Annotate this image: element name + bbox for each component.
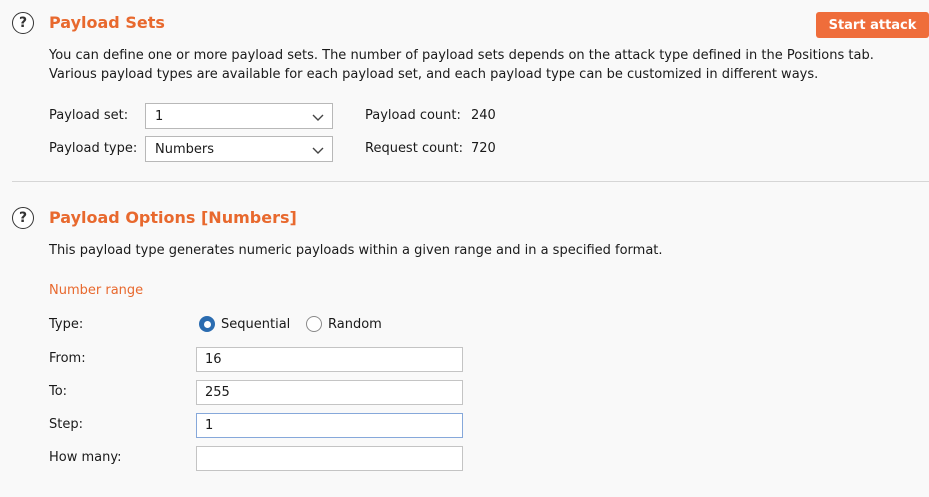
how-many-label: How many: [49, 450, 122, 465]
step-field-value: 1 [205, 418, 214, 433]
payload-count-value: 240 [471, 108, 496, 123]
from-label: From: [49, 351, 86, 366]
radio-button[interactable] [306, 316, 322, 332]
help-icon[interactable]: ? [12, 207, 34, 229]
payload-type-value: Numbers [155, 141, 214, 157]
type-label: Type: [49, 317, 84, 332]
payload-count-label: Payload count: [365, 108, 461, 123]
help-icon[interactable]: ? [12, 12, 34, 34]
section-divider [12, 181, 929, 182]
from-field[interactable]: 16 [196, 347, 463, 372]
chevron-down-icon [312, 147, 324, 154]
step-label: Step: [49, 417, 83, 432]
how-many-field[interactable] [196, 446, 463, 471]
payload-sets-title: Payload Sets [49, 13, 165, 32]
number-range-heading: Number range [49, 283, 144, 298]
radio-sequential-label: Sequential [221, 316, 291, 332]
from-field-value: 16 [205, 352, 222, 367]
payload-sets-description-line2: Various payload types are available for … [49, 67, 819, 82]
payload-options-title: Payload Options [Numbers] [49, 208, 297, 227]
start-attack-button[interactable]: Start attack [816, 12, 929, 38]
payload-set-label: Payload set: [49, 108, 129, 123]
request-count-label: Request count: [365, 141, 463, 156]
to-label: To: [49, 384, 68, 399]
radio-sequential[interactable]: Sequential [199, 316, 290, 332]
payload-set-select[interactable]: 1 [145, 103, 333, 129]
chevron-down-icon [312, 114, 324, 121]
step-field[interactable]: 1 [196, 413, 463, 438]
payload-type-label: Payload type: [49, 141, 138, 156]
to-field-value: 255 [205, 385, 230, 400]
payload-set-value: 1 [155, 108, 164, 124]
payload-options-description: This payload type generates numeric payl… [49, 243, 663, 258]
request-count-value: 720 [471, 141, 496, 156]
payload-sets-description-line1: You can define one or more payload sets.… [49, 48, 874, 63]
to-field[interactable]: 255 [196, 380, 463, 405]
payload-type-select[interactable]: Numbers [145, 136, 333, 162]
radio-random-label: Random [328, 316, 382, 332]
radio-button-selected[interactable] [199, 316, 215, 332]
radio-random[interactable]: Random [306, 316, 382, 332]
